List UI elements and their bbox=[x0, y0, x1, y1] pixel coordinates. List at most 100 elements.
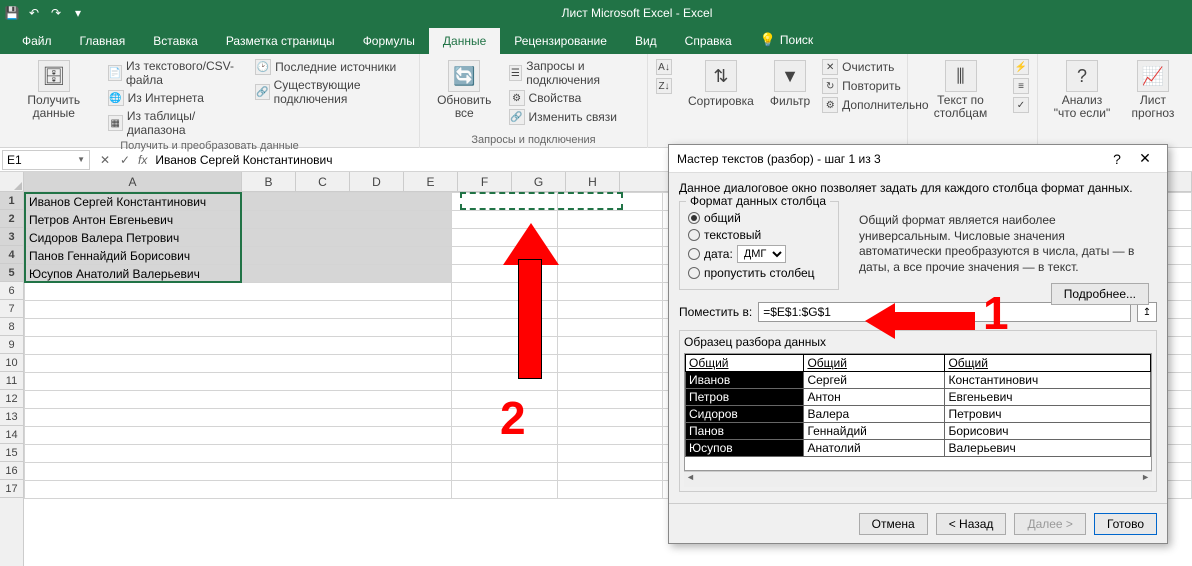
cell-empty[interactable] bbox=[557, 265, 663, 283]
cell-empty[interactable] bbox=[557, 463, 663, 481]
cell-empty[interactable] bbox=[557, 319, 663, 337]
cell-empty[interactable] bbox=[451, 445, 557, 463]
cell-empty[interactable] bbox=[451, 373, 557, 391]
cell-empty[interactable] bbox=[557, 427, 663, 445]
col-header-H[interactable]: H bbox=[566, 172, 620, 191]
row-header-14[interactable]: 14 bbox=[0, 426, 23, 444]
row-header-2[interactable]: 2 bbox=[0, 210, 23, 228]
cancel-button[interactable]: Отмена bbox=[859, 513, 928, 535]
sort-button[interactable]: ⇅Сортировка bbox=[682, 58, 760, 110]
sort-asc-button[interactable]: A↓ bbox=[654, 58, 674, 76]
date-format-select[interactable]: ДМГ bbox=[737, 245, 786, 263]
from-table-button[interactable]: ▦Из таблицы/диапазона bbox=[106, 108, 250, 138]
details-button[interactable]: Подробнее... bbox=[1051, 283, 1149, 305]
cell-empty[interactable] bbox=[25, 373, 452, 391]
filter-button[interactable]: ▼Фильтр bbox=[764, 58, 816, 110]
cell-empty[interactable] bbox=[557, 211, 663, 229]
sort-desc-button[interactable]: Z↓ bbox=[654, 77, 674, 95]
qat-dropdown-icon[interactable]: ▾ bbox=[70, 5, 86, 21]
cell-empty[interactable] bbox=[451, 301, 557, 319]
row-header-13[interactable]: 13 bbox=[0, 408, 23, 426]
cell-empty[interactable] bbox=[557, 337, 663, 355]
row-header-3[interactable]: 3 bbox=[0, 228, 23, 246]
row-header-11[interactable]: 11 bbox=[0, 372, 23, 390]
cell-empty[interactable] bbox=[557, 409, 663, 427]
row-header-6[interactable]: 6 bbox=[0, 282, 23, 300]
row-header-5[interactable]: 5 bbox=[0, 264, 23, 282]
tab-data[interactable]: Данные bbox=[429, 28, 500, 54]
cell-empty[interactable] bbox=[451, 337, 557, 355]
cell-A5[interactable]: Юсупов Анатолий Валерьевич bbox=[25, 265, 452, 283]
cell-empty[interactable] bbox=[451, 247, 557, 265]
whatif-button[interactable]: ?Анализ "что если" bbox=[1044, 58, 1120, 122]
flash-fill-button[interactable]: ⚡ bbox=[1011, 58, 1031, 76]
cell-empty[interactable] bbox=[557, 391, 663, 409]
edit-links-button[interactable]: 🔗Изменить связи bbox=[507, 108, 641, 126]
cell-empty[interactable] bbox=[451, 463, 557, 481]
dialog-help-icon[interactable]: ? bbox=[1103, 151, 1131, 167]
row-header-17[interactable]: 17 bbox=[0, 480, 23, 498]
from-web-button[interactable]: 🌐Из Интернета bbox=[106, 89, 250, 107]
fx-icon[interactable]: fx bbox=[138, 153, 147, 167]
cell-empty[interactable] bbox=[25, 445, 452, 463]
cell-empty[interactable] bbox=[451, 193, 557, 211]
cell-empty[interactable] bbox=[25, 391, 452, 409]
dialog-close-icon[interactable]: ✕ bbox=[1131, 150, 1159, 167]
tab-home[interactable]: Главная bbox=[66, 28, 140, 54]
cell-empty[interactable] bbox=[451, 391, 557, 409]
row-header-10[interactable]: 10 bbox=[0, 354, 23, 372]
undo-icon[interactable]: ↶ bbox=[26, 5, 42, 21]
cell-empty[interactable] bbox=[451, 481, 557, 499]
tab-view[interactable]: Вид bbox=[621, 28, 671, 54]
accept-formula-icon[interactable]: ✓ bbox=[116, 153, 134, 167]
text-to-columns-button[interactable]: ⫼Текст по столбцам bbox=[914, 58, 1007, 122]
forecast-button[interactable]: 📈Лист прогноз bbox=[1124, 58, 1182, 122]
cell-A4[interactable]: Панов Геннайдий Борисович bbox=[25, 247, 452, 265]
col-header-B[interactable]: B bbox=[242, 172, 296, 191]
tab-help[interactable]: Справка bbox=[671, 28, 746, 54]
cell-empty[interactable] bbox=[25, 409, 452, 427]
cell-empty[interactable] bbox=[25, 283, 452, 301]
row-header-9[interactable]: 9 bbox=[0, 336, 23, 354]
row-header-15[interactable]: 15 bbox=[0, 444, 23, 462]
cell-empty[interactable] bbox=[557, 301, 663, 319]
row-header-12[interactable]: 12 bbox=[0, 390, 23, 408]
cell-empty[interactable] bbox=[451, 409, 557, 427]
tab-review[interactable]: Рецензирование bbox=[500, 28, 621, 54]
cell-empty[interactable] bbox=[25, 463, 452, 481]
cell-empty[interactable] bbox=[25, 337, 452, 355]
cell-empty[interactable] bbox=[557, 373, 663, 391]
select-all-corner[interactable] bbox=[0, 172, 24, 192]
refresh-all-button[interactable]: 🔄 Обновить все bbox=[426, 58, 503, 122]
cell-empty[interactable] bbox=[557, 283, 663, 301]
recent-sources-button[interactable]: 🕑Последние источники bbox=[253, 58, 413, 76]
namebox-dropdown-icon[interactable]: ▼ bbox=[77, 155, 85, 164]
get-data-button[interactable]: 🗄 Получить данные bbox=[6, 58, 102, 122]
tab-formulas[interactable]: Формулы bbox=[349, 28, 429, 54]
radio-date[interactable]: дата: ДМГ bbox=[688, 245, 830, 263]
cell-empty[interactable] bbox=[25, 319, 452, 337]
tab-pagelayout[interactable]: Разметка страницы bbox=[212, 28, 349, 54]
redo-icon[interactable]: ↷ bbox=[48, 5, 64, 21]
cell-empty[interactable] bbox=[557, 445, 663, 463]
data-valid-button[interactable]: ✓ bbox=[1011, 96, 1031, 114]
row-header-8[interactable]: 8 bbox=[0, 318, 23, 336]
cell-empty[interactable] bbox=[451, 229, 557, 247]
col-header-G[interactable]: G bbox=[512, 172, 566, 191]
radio-general[interactable]: общий bbox=[688, 211, 830, 225]
row-header-7[interactable]: 7 bbox=[0, 300, 23, 318]
queries-button[interactable]: ☰Запросы и подключения bbox=[507, 58, 641, 88]
cell-empty[interactable] bbox=[557, 229, 663, 247]
cancel-formula-icon[interactable]: ✕ bbox=[96, 153, 114, 167]
cell-empty[interactable] bbox=[557, 193, 663, 211]
back-button[interactable]: < Назад bbox=[936, 513, 1007, 535]
row-header-16[interactable]: 16 bbox=[0, 462, 23, 480]
radio-skip[interactable]: пропустить столбец bbox=[688, 266, 830, 280]
cell-A3[interactable]: Сидоров Валера Петрович bbox=[25, 229, 452, 247]
cell-empty[interactable] bbox=[557, 247, 663, 265]
cell-empty[interactable] bbox=[557, 481, 663, 499]
from-csv-button[interactable]: 📄Из текстового/CSV-файла bbox=[106, 58, 250, 88]
col-header-A[interactable]: A bbox=[24, 172, 242, 191]
col-header-D[interactable]: D bbox=[350, 172, 404, 191]
cell-empty[interactable] bbox=[451, 211, 557, 229]
